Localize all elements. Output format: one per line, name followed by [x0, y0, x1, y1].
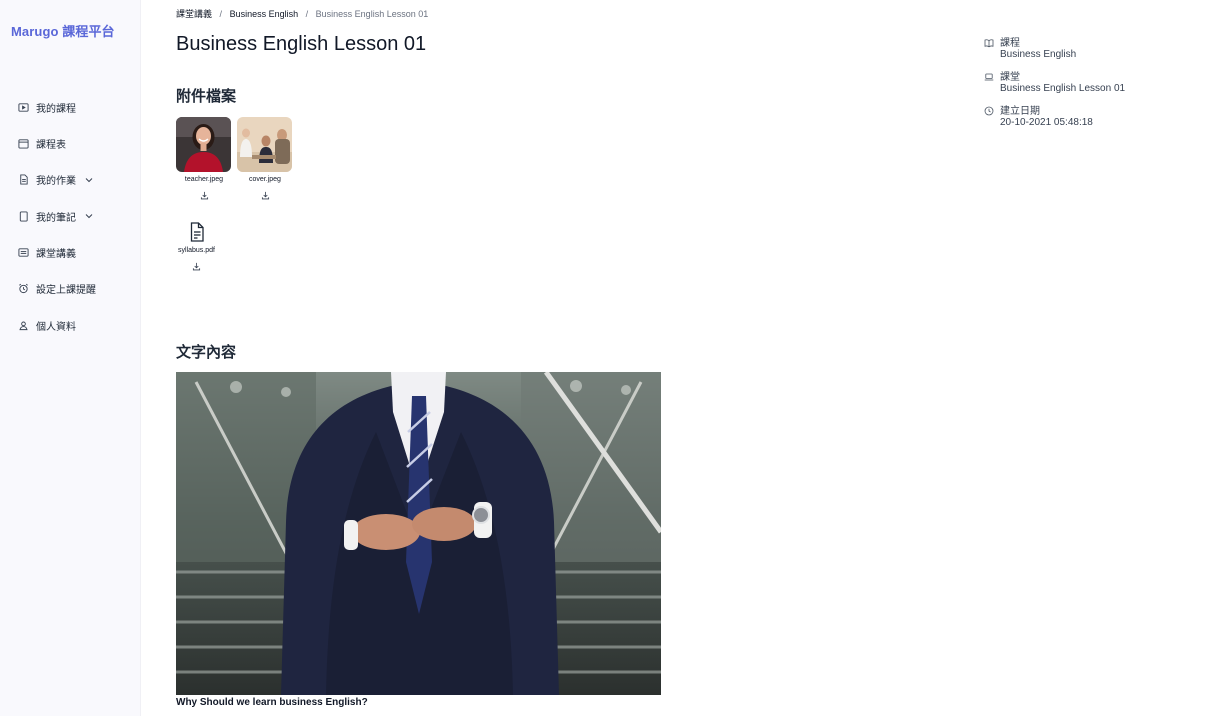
meta-label: 建立日期	[1000, 106, 1040, 117]
cover-photo	[237, 117, 292, 172]
breadcrumb-current: Business English Lesson 01	[315, 9, 429, 19]
brand-logo[interactable]: Marugo 課程平台	[11, 21, 115, 40]
attachment-thumbnail[interactable]	[237, 117, 292, 172]
list-card-icon	[18, 247, 29, 258]
sidebar-item-label: 個人資料	[36, 321, 76, 333]
sidebar-item-my-notes[interactable]: 我的筆記	[0, 205, 141, 227]
content-hero-image	[176, 372, 661, 695]
download-icon[interactable]	[261, 191, 270, 200]
laptop-icon	[984, 69, 994, 81]
sidebar-nav: 我的課程 課程表 我的作業 我的筆記 課堂講義 設定上課提醒 個人資料	[0, 96, 141, 351]
breadcrumb-separator: /	[219, 9, 223, 19]
document-icon	[18, 174, 29, 185]
sidebar-item-my-courses[interactable]: 我的課程	[0, 96, 141, 118]
notebook-icon	[18, 211, 29, 222]
breadcrumb-link-handouts[interactable]: 課堂講義	[176, 9, 212, 19]
attachment-filename[interactable]: cover.jpeg	[237, 176, 293, 183]
user-icon	[18, 320, 29, 331]
content-caption: Why Should we learn business English?	[176, 697, 368, 708]
businessman-photo	[176, 372, 661, 695]
meta-lesson: 課堂 Business English Lesson 01	[984, 68, 1204, 102]
meta-label: 課堂	[1000, 72, 1020, 83]
sidebar-item-profile[interactable]: 個人資料	[0, 314, 141, 336]
download-icon[interactable]	[192, 262, 201, 271]
sidebar-item-label: 課程表	[36, 139, 66, 151]
sidebar-item-schedule[interactable]: 課程表	[0, 132, 141, 154]
meta-created: 建立日期 20-10-2021 05:48:18	[984, 102, 1204, 136]
sidebar-item-reminder[interactable]: 設定上課提醒	[0, 278, 141, 300]
sidebar-item-label: 我的筆記	[36, 212, 76, 224]
sidebar-item-label: 設定上課提醒	[36, 285, 96, 297]
attachments-heading: 附件檔案	[176, 88, 237, 105]
teacher-photo	[176, 117, 231, 172]
clock-icon	[984, 103, 994, 116]
meta-value: 20-10-2021 05:48:18	[1000, 117, 1093, 128]
calendar-icon	[18, 138, 29, 149]
main-content: 課堂講義 / Business English / Business Engli…	[176, 0, 936, 716]
lesson-meta: 課程 Business English 課堂 Business English …	[984, 34, 1204, 136]
alarm-clock-icon	[18, 283, 29, 294]
content-heading: 文字內容	[176, 344, 237, 361]
download-icon[interactable]	[200, 191, 209, 200]
meta-value: Business English Lesson 01	[1000, 83, 1126, 94]
meta-course: 課程 Business English	[984, 34, 1204, 68]
page-title: Business English Lesson 01	[176, 33, 427, 55]
attachment-filename[interactable]: teacher.jpeg	[176, 176, 232, 183]
attachment-thumbnail[interactable]	[176, 117, 231, 172]
attachment-cover: cover.jpeg	[237, 117, 293, 205]
meta-label: 課程	[1000, 38, 1020, 49]
breadcrumb-link-course[interactable]: Business English	[230, 9, 299, 19]
breadcrumb-separator: /	[305, 9, 309, 19]
breadcrumb: 課堂講義 / Business English / Business Engli…	[176, 7, 428, 20]
sidebar-item-handouts[interactable]: 課堂講義	[0, 242, 141, 264]
chevron-down-icon[interactable]	[84, 175, 94, 185]
file-text-icon[interactable]	[186, 221, 208, 243]
sidebar-item-label: 我的課程	[36, 103, 76, 115]
sidebar-item-label: 課堂講義	[36, 249, 76, 261]
play-square-icon	[18, 102, 29, 113]
sidebar-item-my-homework[interactable]: 我的作業	[0, 169, 141, 191]
attachment-syllabus: syllabus.pdf	[169, 221, 224, 276]
sidebar: Marugo 課程平台 我的課程 課程表 我的作業 我的筆記 課堂講義 設定上課…	[0, 0, 141, 716]
meta-value: Business English	[1000, 49, 1077, 60]
sidebar-item-label: 我的作業	[36, 176, 76, 188]
attachment-teacher: teacher.jpeg	[176, 117, 232, 205]
chevron-down-icon[interactable]	[84, 211, 94, 221]
attachment-filename[interactable]: syllabus.pdf	[169, 247, 224, 254]
book-open-icon	[984, 35, 994, 48]
